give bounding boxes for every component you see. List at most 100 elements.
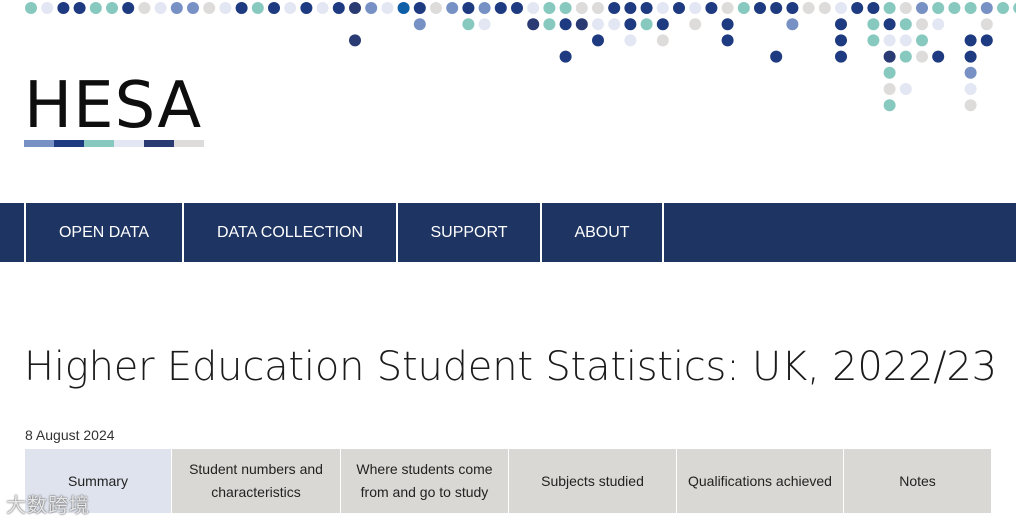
decorative-dot [462, 18, 475, 31]
decorative-dot [964, 83, 977, 95]
decorative-dot [527, 18, 540, 31]
page-title: Higher Education Student Statistics: UK,… [24, 344, 997, 390]
decorative-dot [559, 50, 572, 63]
logo-stripe-segment [144, 140, 174, 147]
logo-stripe-segment [84, 140, 114, 147]
decorative-dot [349, 2, 361, 14]
tab-label: Subjects studied [541, 472, 644, 489]
decorative-dot [154, 2, 167, 14]
decorative-dot [835, 50, 847, 63]
decorative-dot [883, 66, 896, 79]
tab-qualifications-achieved[interactable]: Qualifications achieved [677, 449, 844, 513]
tab-label: Qualifications achieved [688, 472, 832, 489]
decorative-dot [106, 2, 118, 14]
decorative-dot [332, 2, 345, 14]
hesa-logo[interactable]: HESA [24, 74, 210, 150]
decorative-dot [899, 50, 912, 63]
decorative-dot [737, 2, 750, 14]
decorative-dot [656, 2, 669, 14]
decorative-dot [170, 2, 183, 14]
nav-spacer [0, 203, 26, 262]
tab-label: Student numbers and characteristics [189, 461, 323, 500]
decorative-dot [624, 34, 637, 47]
decorative-dot [883, 50, 896, 63]
decorative-dot [964, 50, 977, 63]
decorative-dot [73, 2, 86, 14]
nav-item-open-data[interactable]: OPEN DATA [26, 203, 184, 262]
tab-where-students-come-from[interactable]: Where students come from and go to study [341, 449, 509, 513]
decorative-dot [689, 18, 702, 31]
decorative-dot [430, 2, 442, 14]
logo-wordmark: HESA [24, 69, 203, 143]
decorative-dot [721, 34, 734, 47]
decorative-dot [543, 18, 556, 31]
decorative-dot [673, 2, 685, 14]
decorative-dot [559, 2, 572, 14]
decorative-dot [835, 34, 847, 47]
decorative-dot [138, 2, 151, 14]
decorative-dot [980, 34, 993, 47]
decorative-dot [349, 34, 361, 47]
watermark: 大数跨境 [6, 495, 90, 517]
report-tabs: Summary Student numbers and characterist… [25, 449, 992, 513]
tab-student-numbers[interactable]: Student numbers and characteristics [172, 449, 341, 513]
nav-item-label: OPEN DATA [58, 223, 150, 241]
decorative-dot [592, 2, 604, 14]
decorative-dot [818, 2, 831, 14]
decorative-dot [122, 2, 135, 14]
decorative-dot [899, 2, 912, 14]
decorative-dot [608, 2, 621, 14]
decorative-dot [219, 2, 232, 14]
tab-notes[interactable]: Notes [844, 449, 992, 513]
decorative-dot [300, 2, 313, 14]
decorative-dot [851, 2, 864, 14]
nav-item-about[interactable]: ABOUT [542, 203, 664, 262]
logo-color-stripe [24, 140, 204, 147]
decorative-dot [640, 18, 653, 31]
decorative-dot [365, 2, 378, 14]
decorative-dot [478, 18, 491, 31]
decorative-dot [543, 2, 556, 14]
decorative-dot [284, 2, 297, 14]
decorative-dot [835, 18, 847, 31]
decorative-dot [721, 18, 734, 31]
decorative-dot [624, 2, 637, 14]
decorative-dot [559, 18, 572, 31]
decorative-dot [494, 2, 507, 14]
decorative-dot [251, 2, 264, 14]
decorative-dot [916, 2, 928, 14]
decorative-dot [462, 2, 475, 14]
logo-stripe-segment [24, 140, 54, 147]
nav-item-label: ABOUT [574, 223, 630, 241]
main-navigation: OPEN DATA DATA COLLECTION SUPPORT ABOUT [0, 203, 1016, 262]
decorative-dot [89, 2, 102, 14]
decorative-dot [899, 18, 912, 31]
decorative-dot [964, 66, 977, 79]
decorative-dot [203, 2, 216, 14]
decorative-dot [770, 50, 783, 63]
logo-stripe-segment [174, 140, 204, 147]
decorative-dot [916, 50, 928, 63]
decorative-dot [883, 18, 896, 31]
decorative-dot [624, 18, 637, 31]
decorative-dot [187, 2, 199, 14]
decorative-dot [932, 18, 945, 31]
decorative-dot [575, 2, 588, 14]
decorative-dot [786, 18, 799, 31]
decorative-dot [867, 34, 880, 47]
decorative-dot [721, 2, 734, 14]
decorative-dot [916, 34, 928, 47]
decorative-dot [916, 18, 928, 31]
decorative-dot [883, 83, 896, 95]
nav-item-data-collection[interactable]: DATA COLLECTION [184, 203, 398, 262]
decorative-dot [413, 18, 426, 31]
nav-item-support[interactable]: SUPPORT [398, 203, 542, 262]
decorative-dot [835, 2, 847, 14]
nav-item-label: DATA COLLECTION [216, 223, 364, 241]
tab-subjects-studied[interactable]: Subjects studied [509, 449, 677, 513]
decorative-dot [867, 2, 880, 14]
decorative-dot [770, 2, 783, 14]
decorative-dot [964, 99, 977, 112]
decorative-dot [592, 18, 604, 31]
decorative-dot [575, 18, 588, 31]
